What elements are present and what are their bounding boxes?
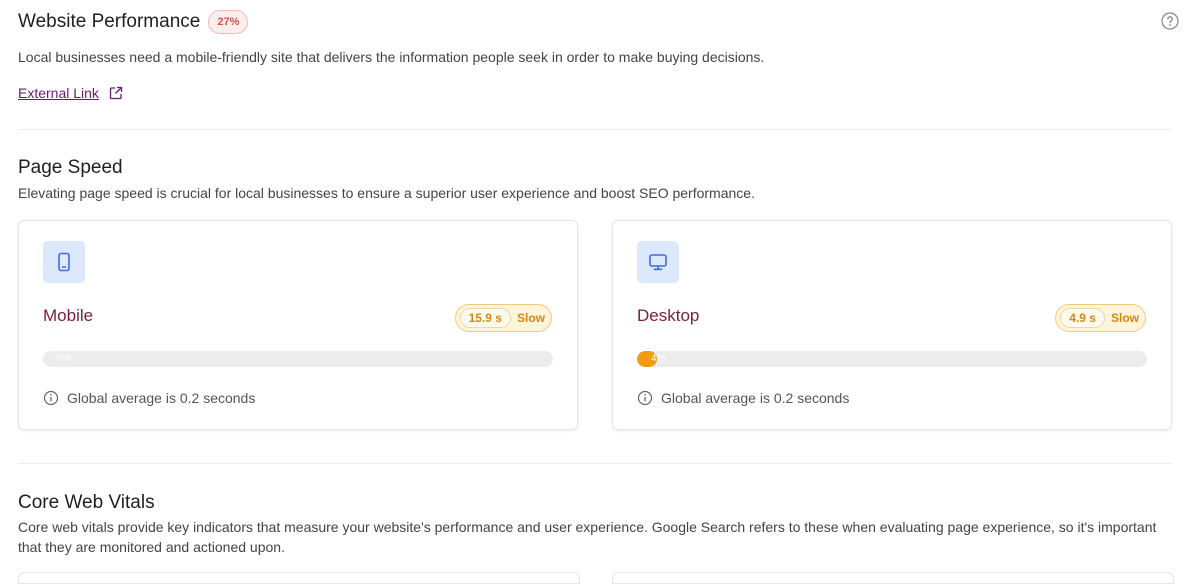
score-badge: 27%: [208, 10, 249, 34]
divider: [18, 129, 1172, 130]
speed-status-pill: 4.9 s Slow: [1055, 304, 1146, 332]
core-web-vitals-description: Core web vitals provide key indicators t…: [18, 519, 1157, 555]
info-circle-icon: [637, 390, 653, 406]
global-average-note: Global average is 0.2 seconds: [637, 390, 849, 406]
card-label: Mobile: [43, 306, 94, 325]
global-average-note: Global average is 0.2 seconds: [43, 390, 255, 406]
intro-text: Local businesses need a mobile-friendly …: [18, 49, 765, 65]
load-time: 4.9 s: [1060, 308, 1105, 328]
external-link-icon: [109, 86, 123, 100]
global-average-text: Global average is 0.2 seconds: [661, 390, 850, 406]
card-label: Desktop: [637, 306, 700, 325]
progress-text: 0%: [57, 353, 72, 364]
progress-text: 4%: [651, 353, 666, 364]
vitals-card: [612, 572, 1174, 584]
speed-status: Slow: [1110, 311, 1139, 325]
mobile-icon-tile: [43, 241, 85, 283]
speed-status-pill: 15.9 s Slow: [454, 304, 552, 332]
mobile-speed-card: Mobile 15.9 s Slow 0% Global average is …: [18, 220, 578, 430]
desktop-speed-card: Desktop 4.9 s Slow 4% Global average is …: [612, 220, 1172, 430]
speed-progress-bar: 0%: [43, 351, 553, 367]
page-speed-description: Elevating page speed is crucial for loca…: [18, 185, 755, 201]
external-link-label: External Link: [18, 85, 99, 101]
core-web-vitals-title: Core Web Vitals: [18, 492, 155, 513]
vitals-card: [18, 572, 580, 584]
external-link[interactable]: External Link: [18, 85, 123, 101]
page-speed-title: Page Speed: [18, 157, 123, 178]
page-title: Website Performance: [18, 11, 201, 32]
info-circle-icon: [43, 390, 59, 406]
divider: [18, 463, 1172, 464]
global-average-text: Global average is 0.2 seconds: [67, 390, 256, 406]
title-row: Website Performance 27%: [18, 10, 249, 34]
help-circle-icon[interactable]: [1161, 12, 1179, 30]
desktop-icon-tile: [637, 241, 679, 283]
speed-progress-bar: 4%: [637, 351, 1147, 367]
monitor-icon: [649, 254, 667, 271]
speed-status: Slow: [516, 311, 545, 325]
load-time: 15.9 s: [459, 308, 511, 328]
smartphone-icon: [58, 252, 70, 272]
